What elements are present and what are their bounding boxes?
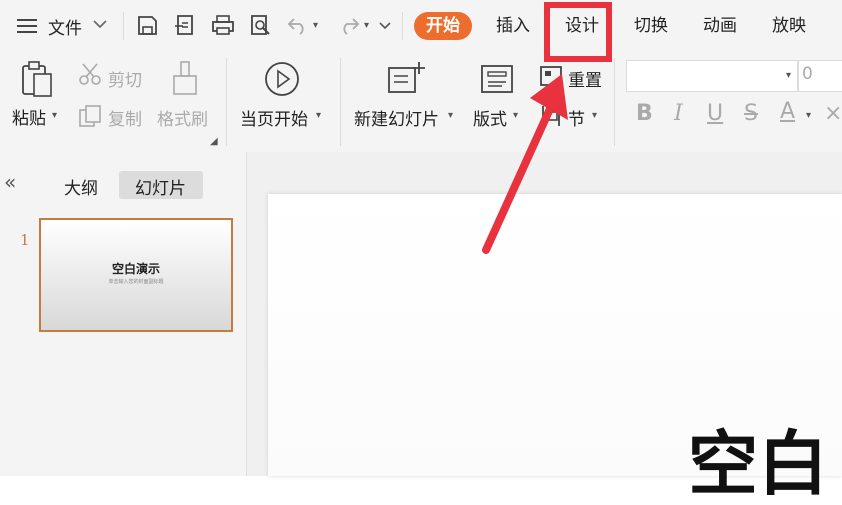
redo-dropdown-icon[interactable]: ▾ xyxy=(364,20,369,31)
divider xyxy=(226,58,227,146)
bold-icon[interactable]: B xyxy=(636,101,653,126)
save-icon[interactable] xyxy=(136,14,158,36)
strikethrough-icon[interactable]: S xyxy=(744,101,758,126)
tab-home[interactable]: 开始 xyxy=(414,12,472,40)
new-slide-button[interactable]: 新建幻灯片 xyxy=(354,105,439,130)
highlight-box xyxy=(544,2,612,62)
copy-button[interactable]: 复制 xyxy=(108,105,142,130)
customize-toolbar-icon[interactable] xyxy=(378,20,392,32)
divider xyxy=(123,12,124,40)
paste-button[interactable]: 粘贴 xyxy=(12,104,46,129)
print-icon[interactable] xyxy=(211,14,235,36)
italic-icon[interactable]: I xyxy=(674,101,683,126)
tab-slideshow[interactable]: 放映 xyxy=(772,12,806,40)
clear-format-icon[interactable]: × xyxy=(824,101,842,126)
export-pdf-icon[interactable] xyxy=(174,14,198,36)
tab-outline[interactable]: 大纲 xyxy=(64,174,98,199)
slide-number: 1 xyxy=(20,231,30,249)
undo-icon[interactable] xyxy=(286,15,310,35)
print-preview-icon[interactable] xyxy=(249,14,273,36)
font-color-icon[interactable]: A xyxy=(780,99,795,124)
collapse-panel-icon[interactable]: « xyxy=(4,170,16,194)
paste-dropdown-icon[interactable]: ▾ xyxy=(52,110,57,121)
file-menu[interactable]: 文件 xyxy=(48,14,82,39)
divider xyxy=(340,58,341,146)
divider xyxy=(614,58,615,146)
thumbnail-title: 空白演示 xyxy=(111,262,160,276)
new-slide-dropdown-icon[interactable]: ▾ xyxy=(448,110,453,121)
font-name-select[interactable] xyxy=(626,60,798,92)
undo-dropdown-icon[interactable]: ▾ xyxy=(313,20,318,31)
section-dropdown-icon[interactable]: ▾ xyxy=(592,110,597,121)
copy-icon[interactable] xyxy=(78,104,102,128)
scissors-icon[interactable] xyxy=(78,62,102,86)
underline-icon[interactable]: U xyxy=(707,101,723,126)
divider xyxy=(402,12,403,40)
paste-icon[interactable] xyxy=(20,60,54,98)
tab-insert[interactable]: 插入 xyxy=(496,12,530,40)
play-dropdown-icon[interactable]: ▾ xyxy=(316,110,321,121)
format-painter-icon[interactable] xyxy=(170,60,200,98)
tab-transitions[interactable]: 切换 xyxy=(634,12,668,40)
thumbnail-subtitle: 单击输入您的封面副标题 xyxy=(108,279,164,285)
hamburger-menu-icon[interactable] xyxy=(16,16,38,36)
redo-icon[interactable] xyxy=(337,15,361,35)
play-icon[interactable] xyxy=(264,61,300,97)
play-from-current-button[interactable]: 当页开始 xyxy=(240,105,308,130)
cut-button[interactable]: 剪切 xyxy=(108,66,142,91)
font-name-dropdown-icon[interactable]: ▾ xyxy=(786,70,791,81)
new-slide-icon[interactable] xyxy=(386,60,426,96)
tab-animations[interactable]: 动画 xyxy=(703,12,737,40)
font-color-dropdown-icon[interactable]: ▾ xyxy=(806,110,811,121)
tab-slides[interactable]: 幻灯片 xyxy=(135,174,186,199)
clipboard-launcher-icon[interactable]: ◢ xyxy=(210,136,218,147)
font-size-value: 0 xyxy=(802,64,813,84)
format-painter-button[interactable]: 格式刷 xyxy=(157,105,208,130)
chevron-down-icon[interactable] xyxy=(92,18,108,30)
slide-title[interactable]: 空白 xyxy=(688,424,828,504)
annotation-arrow xyxy=(470,60,590,260)
